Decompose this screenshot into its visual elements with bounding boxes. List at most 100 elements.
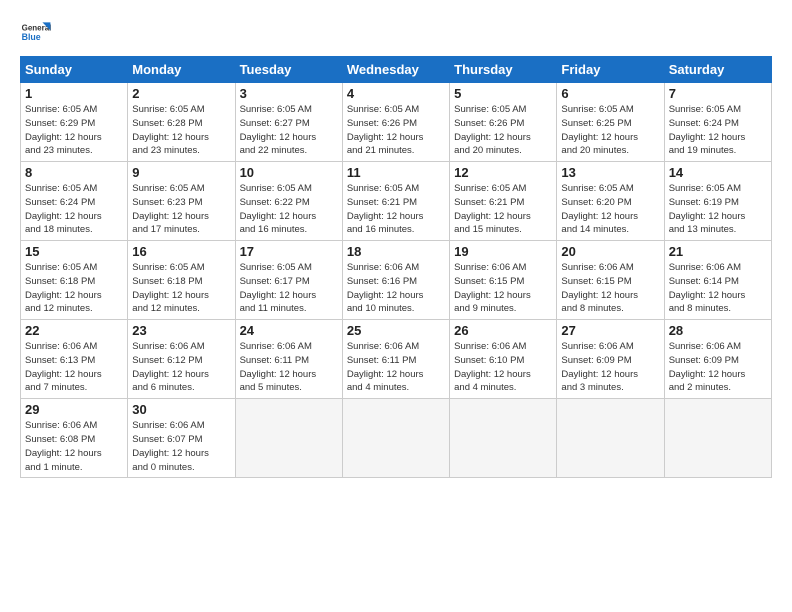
calendar-cell: 10Sunrise: 6:05 AM Sunset: 6:22 PM Dayli… — [235, 162, 342, 241]
day-number: 21 — [669, 244, 767, 259]
col-header-sunday: Sunday — [21, 57, 128, 83]
calendar-cell: 14 Sunrise: 6:05 AM Sunset: 6:19 PM Dayli… — [664, 162, 771, 241]
day-number: 27 — [561, 323, 659, 338]
day-number: 16 — [132, 244, 230, 259]
day-number: 7 — [669, 86, 767, 101]
calendar-cell: 6Sunrise: 6:05 AM Sunset: 6:25 PM Daylig… — [557, 83, 664, 162]
calendar-cell: 30Sunrise: 6:06 AM Sunset: 6:07 PM Dayli… — [128, 399, 235, 478]
day-info: Sunrise: 6:05 AM Sunset: 6:23 PM Dayligh… — [132, 182, 230, 237]
calendar-cell — [450, 399, 557, 478]
page: General Blue SundayMondayTuesdayWednesda… — [0, 0, 792, 494]
header: General Blue — [20, 16, 772, 48]
day-info: Sunrise: 6:05 AM Sunset: 6:26 PM Dayligh… — [347, 103, 445, 158]
day-number: 10 — [240, 165, 338, 180]
col-header-friday: Friday — [557, 57, 664, 83]
calendar-cell: 16 Sunrise: 6:05 AM Sunset: 6:18 PM Dayli… — [128, 241, 235, 320]
day-info: Sunrise: 6:06 AM Sunset: 6:09 PM Dayligh… — [669, 340, 767, 395]
day-number: 23 — [132, 323, 230, 338]
day-number: 14 — [669, 165, 767, 180]
calendar-header-row: SundayMondayTuesdayWednesdayThursdayFrid… — [21, 57, 772, 83]
day-number: 26 — [454, 323, 552, 338]
day-info: Sunrise: 6:06 AM Sunset: 6:11 PM Dayligh… — [240, 340, 338, 395]
day-number: 2 — [132, 86, 230, 101]
calendar-cell: 27 Sunrise: 6:06 AM Sunset: 6:09 PM Dayli… — [557, 320, 664, 399]
calendar-row: 1 Sunrise: 6:05 AM Sunset: 6:29 PM Daylig… — [21, 83, 772, 162]
day-number: 24 — [240, 323, 338, 338]
calendar-cell: 22 Sunrise: 6:06 AM Sunset: 6:13 PM Dayli… — [21, 320, 128, 399]
day-info: Sunrise: 6:06 AM Sunset: 6:07 PM Dayligh… — [132, 419, 230, 474]
day-number: 9 — [132, 165, 230, 180]
day-info: Sunrise: 6:05 AM Sunset: 6:21 PM Dayligh… — [454, 182, 552, 237]
day-number: 8 — [25, 165, 123, 180]
day-number: 18 — [347, 244, 445, 259]
logo: General Blue — [20, 16, 52, 48]
calendar-cell — [557, 399, 664, 478]
day-info: Sunrise: 6:05 AM Sunset: 6:29 PM Dayligh… — [25, 103, 123, 158]
col-header-saturday: Saturday — [664, 57, 771, 83]
day-info: Sunrise: 6:06 AM Sunset: 6:09 PM Dayligh… — [561, 340, 659, 395]
day-number: 5 — [454, 86, 552, 101]
calendar-cell: 1 Sunrise: 6:05 AM Sunset: 6:29 PM Daylig… — [21, 83, 128, 162]
calendar-cell: 29Sunrise: 6:06 AM Sunset: 6:08 PM Dayli… — [21, 399, 128, 478]
calendar-cell: 17Sunrise: 6:05 AM Sunset: 6:17 PM Dayli… — [235, 241, 342, 320]
day-info: Sunrise: 6:05 AM Sunset: 6:17 PM Dayligh… — [240, 261, 338, 316]
calendar-cell — [664, 399, 771, 478]
day-number: 28 — [669, 323, 767, 338]
day-info: Sunrise: 6:05 AM Sunset: 6:19 PM Dayligh… — [669, 182, 767, 237]
day-number: 12 — [454, 165, 552, 180]
calendar-cell: 21 Sunrise: 6:06 AM Sunset: 6:14 PM Dayli… — [664, 241, 771, 320]
calendar-cell: 20Sunrise: 6:06 AM Sunset: 6:15 PM Dayli… — [557, 241, 664, 320]
calendar-cell: 7 Sunrise: 6:05 AM Sunset: 6:24 PM Daylig… — [664, 83, 771, 162]
day-info: Sunrise: 6:05 AM Sunset: 6:24 PM Dayligh… — [669, 103, 767, 158]
day-number: 19 — [454, 244, 552, 259]
day-info: Sunrise: 6:05 AM Sunset: 6:18 PM Dayligh… — [132, 261, 230, 316]
day-info: Sunrise: 6:06 AM Sunset: 6:10 PM Dayligh… — [454, 340, 552, 395]
col-header-wednesday: Wednesday — [342, 57, 449, 83]
calendar-row: 15 Sunrise: 6:05 AM Sunset: 6:18 PM Dayli… — [21, 241, 772, 320]
calendar-cell: 13Sunrise: 6:05 AM Sunset: 6:20 PM Dayli… — [557, 162, 664, 241]
day-info: Sunrise: 6:06 AM Sunset: 6:08 PM Dayligh… — [25, 419, 123, 474]
day-number: 4 — [347, 86, 445, 101]
calendar-cell: 28 Sunrise: 6:06 AM Sunset: 6:09 PM Dayli… — [664, 320, 771, 399]
calendar-cell: 26 Sunrise: 6:06 AM Sunset: 6:10 PM Dayli… — [450, 320, 557, 399]
calendar-cell: 23 Sunrise: 6:06 AM Sunset: 6:12 PM Dayli… — [128, 320, 235, 399]
calendar-cell: 15 Sunrise: 6:05 AM Sunset: 6:18 PM Dayli… — [21, 241, 128, 320]
day-number: 3 — [240, 86, 338, 101]
col-header-thursday: Thursday — [450, 57, 557, 83]
calendar-row: 22 Sunrise: 6:06 AM Sunset: 6:13 PM Dayli… — [21, 320, 772, 399]
calendar-cell: 5 Sunrise: 6:05 AM Sunset: 6:26 PM Daylig… — [450, 83, 557, 162]
calendar-cell: 4 Sunrise: 6:05 AM Sunset: 6:26 PM Daylig… — [342, 83, 449, 162]
calendar-cell — [235, 399, 342, 478]
day-info: Sunrise: 6:05 AM Sunset: 6:24 PM Dayligh… — [25, 182, 123, 237]
day-info: Sunrise: 6:06 AM Sunset: 6:15 PM Dayligh… — [561, 261, 659, 316]
calendar-cell: 2Sunrise: 6:05 AM Sunset: 6:28 PM Daylig… — [128, 83, 235, 162]
svg-text:Blue: Blue — [22, 32, 41, 42]
day-number: 22 — [25, 323, 123, 338]
day-info: Sunrise: 6:05 AM Sunset: 6:18 PM Dayligh… — [25, 261, 123, 316]
calendar-cell: 18Sunrise: 6:06 AM Sunset: 6:16 PM Dayli… — [342, 241, 449, 320]
day-info: Sunrise: 6:06 AM Sunset: 6:15 PM Dayligh… — [454, 261, 552, 316]
calendar-cell: 19 Sunrise: 6:06 AM Sunset: 6:15 PM Dayli… — [450, 241, 557, 320]
calendar-row: 29Sunrise: 6:06 AM Sunset: 6:08 PM Dayli… — [21, 399, 772, 478]
day-number: 11 — [347, 165, 445, 180]
day-info: Sunrise: 6:05 AM Sunset: 6:26 PM Dayligh… — [454, 103, 552, 158]
calendar-cell: 3 Sunrise: 6:05 AM Sunset: 6:27 PM Daylig… — [235, 83, 342, 162]
calendar-cell: 11 Sunrise: 6:05 AM Sunset: 6:21 PM Dayli… — [342, 162, 449, 241]
day-info: Sunrise: 6:05 AM Sunset: 6:21 PM Dayligh… — [347, 182, 445, 237]
calendar-cell: 24 Sunrise: 6:06 AM Sunset: 6:11 PM Dayli… — [235, 320, 342, 399]
calendar-table: SundayMondayTuesdayWednesdayThursdayFrid… — [20, 56, 772, 478]
col-header-tuesday: Tuesday — [235, 57, 342, 83]
calendar-row: 8 Sunrise: 6:05 AM Sunset: 6:24 PM Daylig… — [21, 162, 772, 241]
day-number: 1 — [25, 86, 123, 101]
day-info: Sunrise: 6:06 AM Sunset: 6:12 PM Dayligh… — [132, 340, 230, 395]
col-header-monday: Monday — [128, 57, 235, 83]
day-info: Sunrise: 6:06 AM Sunset: 6:14 PM Dayligh… — [669, 261, 767, 316]
day-number: 6 — [561, 86, 659, 101]
calendar-cell: 8 Sunrise: 6:05 AM Sunset: 6:24 PM Daylig… — [21, 162, 128, 241]
day-info: Sunrise: 6:06 AM Sunset: 6:13 PM Dayligh… — [25, 340, 123, 395]
day-number: 15 — [25, 244, 123, 259]
calendar-cell: 25Sunrise: 6:06 AM Sunset: 6:11 PM Dayli… — [342, 320, 449, 399]
day-number: 13 — [561, 165, 659, 180]
day-info: Sunrise: 6:05 AM Sunset: 6:27 PM Dayligh… — [240, 103, 338, 158]
calendar-cell: 9 Sunrise: 6:05 AM Sunset: 6:23 PM Daylig… — [128, 162, 235, 241]
